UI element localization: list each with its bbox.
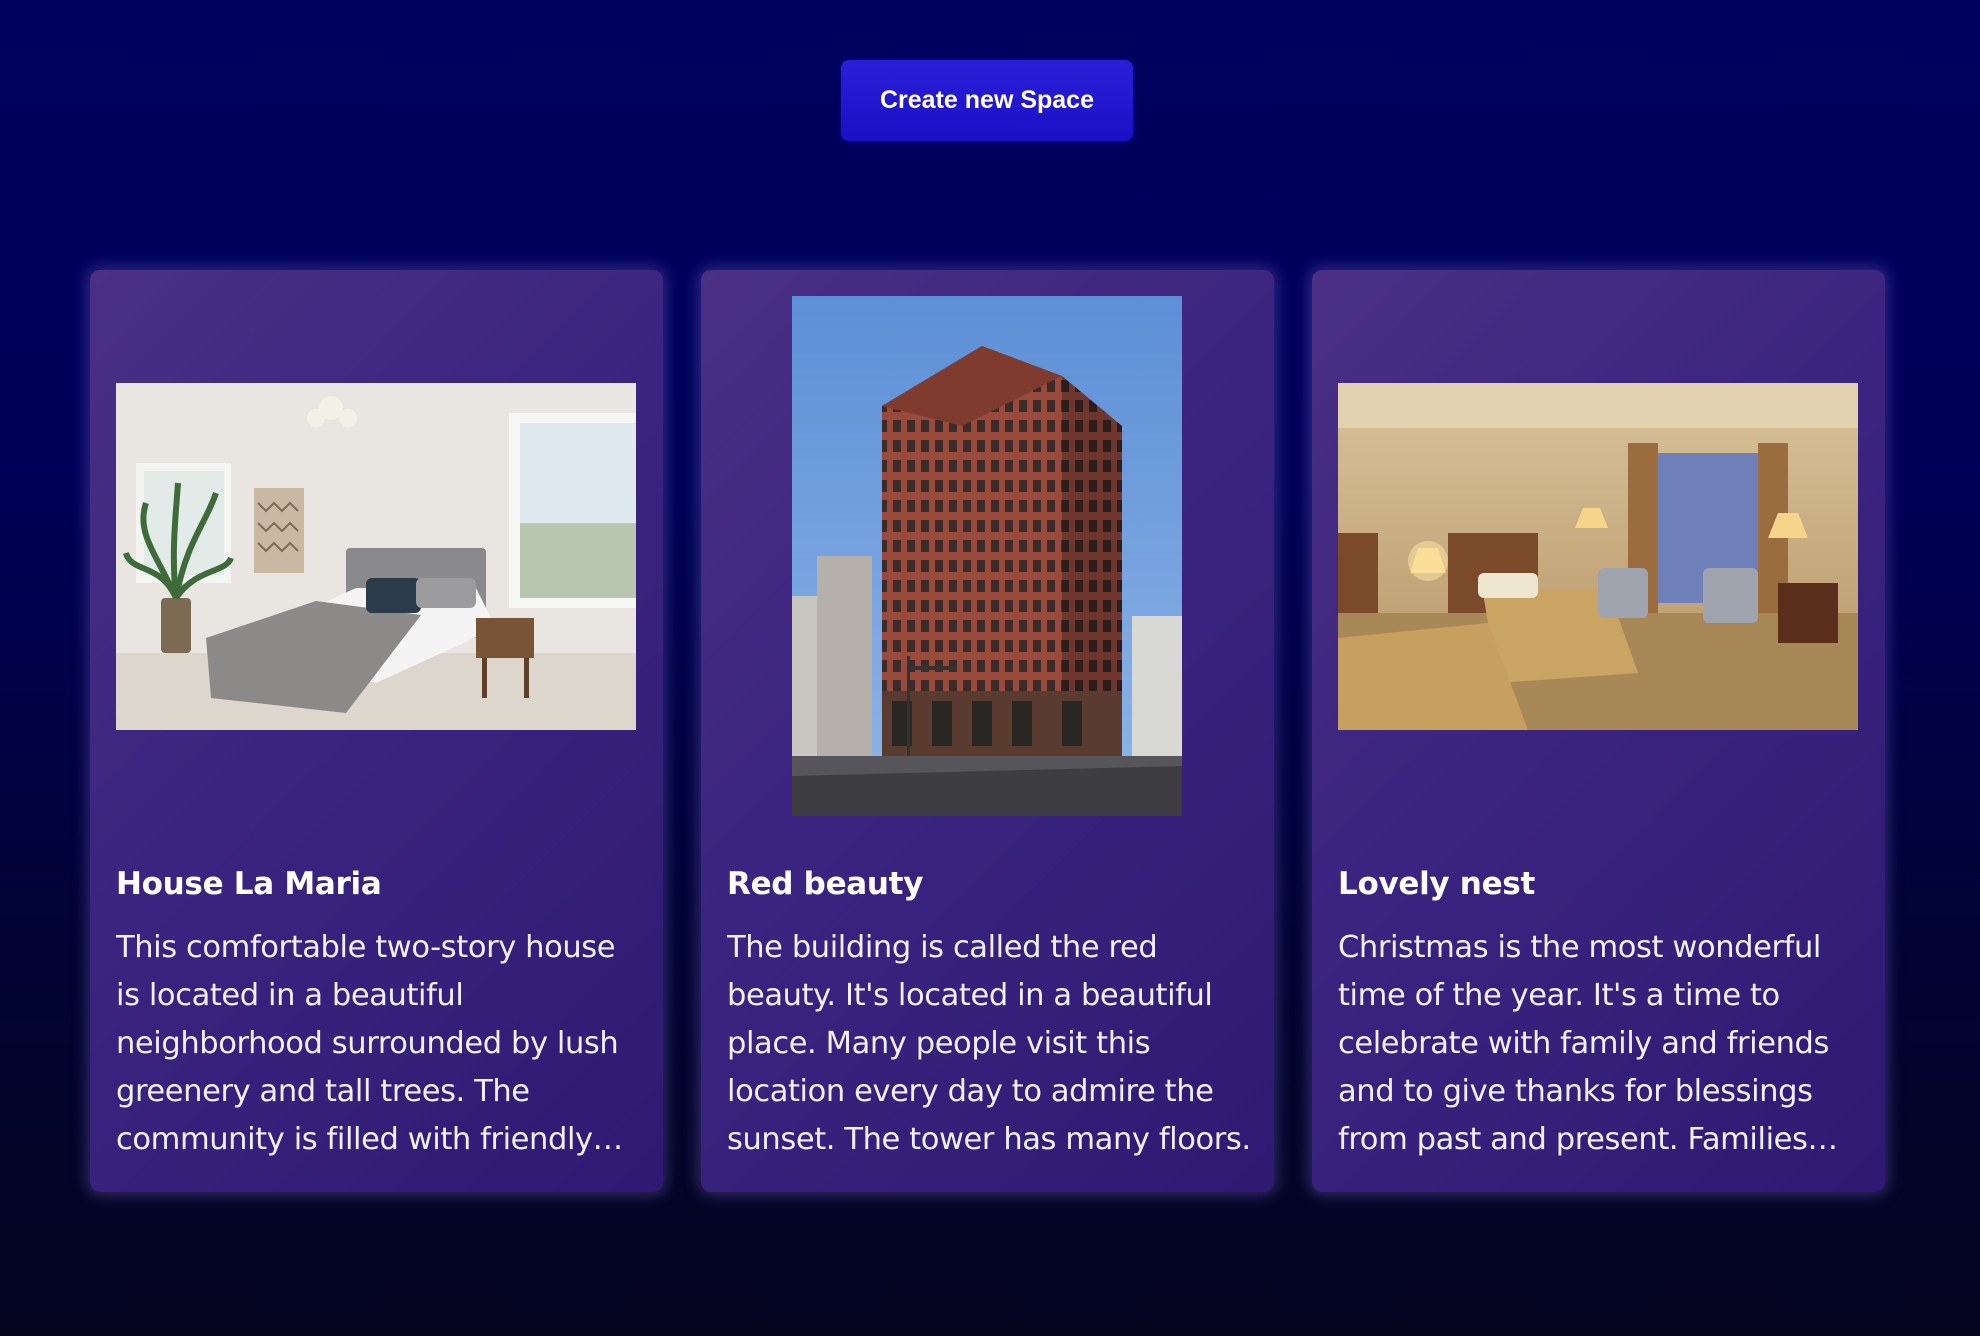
card-image-area [116, 296, 636, 816]
space-description: This comfortable two-story house is loca… [116, 930, 619, 1157]
space-title: Red beauty [727, 866, 924, 902]
top-bar: Create new Space [0, 60, 1980, 141]
red-brick-building-photo [792, 296, 1182, 816]
create-space-button[interactable]: Create new Space [841, 60, 1133, 141]
space-card-list: House La Maria This comfortable two-stor… [90, 270, 1885, 1192]
space-description: The building is called the red beauty. I… [727, 930, 1251, 1157]
bedroom-photo [116, 382, 636, 730]
space-card[interactable]: House La Maria This comfortable two-stor… [90, 270, 663, 1192]
hotel-room-photo [1338, 382, 1858, 730]
card-image-area [727, 296, 1247, 816]
space-card[interactable]: Lovely nest Christmas is the most wonder… [1312, 270, 1885, 1192]
space-title: Lovely nest [1338, 866, 1535, 902]
card-image-area [1338, 296, 1858, 816]
space-card[interactable]: Red beauty The building is called the re… [701, 270, 1274, 1192]
space-title: House La Maria [116, 866, 382, 902]
space-description: Christmas is the most wonderful time of … [1338, 930, 1829, 1157]
